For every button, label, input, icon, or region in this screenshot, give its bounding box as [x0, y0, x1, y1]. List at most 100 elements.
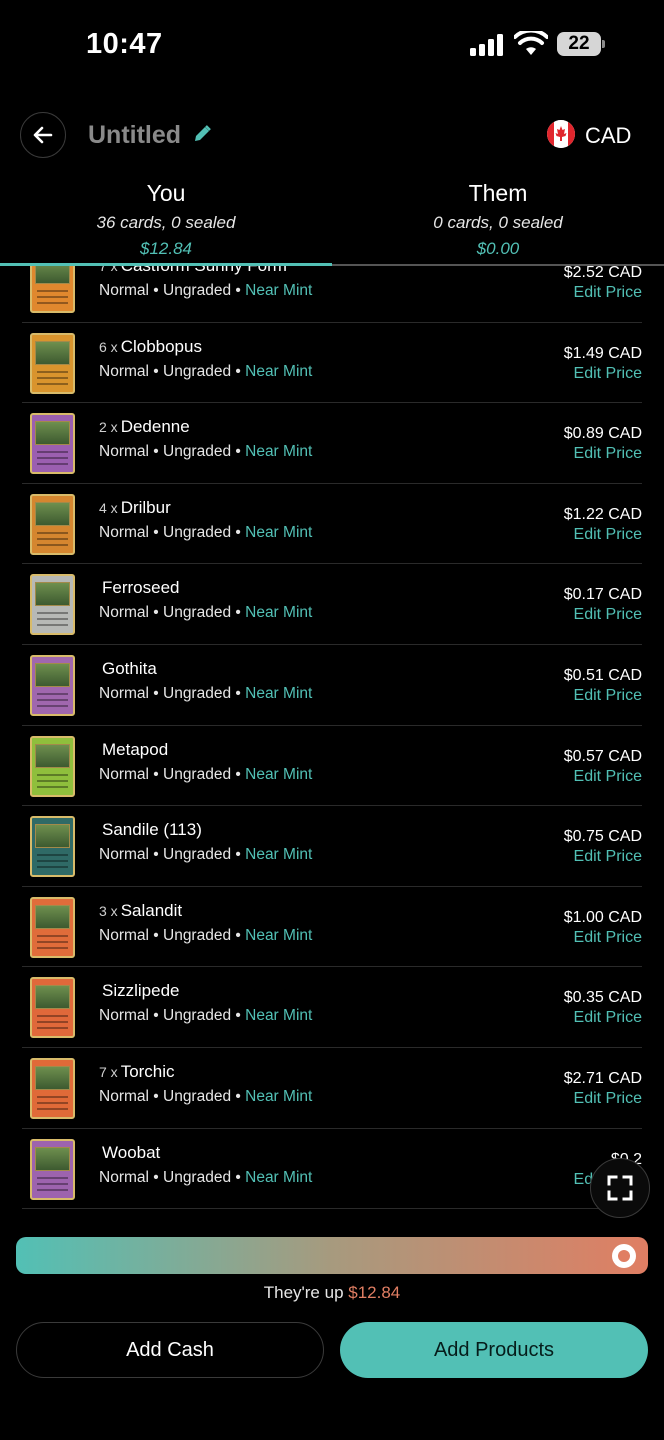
- add-products-button[interactable]: Add Products: [340, 1322, 648, 1378]
- card-price: $0.57 CAD: [563, 747, 642, 765]
- edit-price-button[interactable]: Edit Price: [574, 687, 642, 705]
- card-condition[interactable]: Near Mint: [245, 1169, 312, 1186]
- card-name: Drilbur: [120, 497, 171, 517]
- card-grade: Ungraded: [163, 1168, 232, 1186]
- card-condition[interactable]: Near Mint: [245, 1007, 312, 1024]
- card-details: Normal • Ungraded • Near Mint: [99, 1087, 313, 1105]
- trade-summary-label: They're up: [263, 1283, 344, 1302]
- card-condition[interactable]: Near Mint: [245, 524, 312, 541]
- edit-price-button[interactable]: Edit Price: [574, 284, 642, 302]
- card-quantity: 6 x: [99, 338, 118, 355]
- card-price: $0.35 CAD: [563, 989, 642, 1007]
- card-grade: Ungraded: [163, 846, 232, 864]
- card-name-line: 6 x Clobbopus: [99, 337, 202, 357]
- card-finish: Normal: [99, 1087, 149, 1105]
- card-finish: Normal: [99, 604, 149, 622]
- trade-balance-bar: [16, 1237, 648, 1274]
- list-item[interactable]: Gothita Normal • Ungraded • Near Mint $0…: [22, 645, 642, 726]
- card-thumbnail: [30, 1138, 75, 1200]
- card-quantity: 7 x: [99, 266, 118, 274]
- list-item[interactable]: 3 x Salandit Normal • Ungraded • Near Min…: [22, 887, 642, 968]
- trade-balance-indicator: [612, 1244, 636, 1268]
- card-name-line: Ferroseed: [99, 578, 179, 598]
- pencil-icon[interactable]: [192, 124, 212, 144]
- edit-price-button[interactable]: Edit Price: [574, 445, 642, 463]
- card-thumbnail: [30, 977, 75, 1039]
- add-cash-button[interactable]: Add Cash: [16, 1322, 324, 1378]
- card-condition[interactable]: Near Mint: [245, 282, 312, 299]
- card-name-line: 7 xCastform Sunny Form: [99, 266, 287, 276]
- edit-price-button[interactable]: Edit Price: [574, 526, 642, 544]
- card-details: Normal • Ungraded • Near Mint: [99, 926, 313, 944]
- card-name-line: Metapod: [99, 740, 168, 760]
- card-details: Normal • Ungraded • Near Mint: [99, 1007, 313, 1025]
- card-name: Metapod: [102, 739, 169, 759]
- card-condition[interactable]: Near Mint: [245, 766, 312, 783]
- edit-price-button[interactable]: Edit Price: [574, 1009, 642, 1027]
- list-item[interactable]: 2 x Dedenne Normal • Ungraded • Near Mint…: [22, 403, 642, 484]
- card-quantity: 2 x: [99, 419, 118, 436]
- list-item[interactable]: 7 x Torchic Normal • Ungraded • Near Mint…: [22, 1048, 642, 1129]
- list-item[interactable]: 7 xCastform Sunny Form Normal • Ungraded…: [22, 266, 642, 323]
- card-condition[interactable]: Near Mint: [245, 363, 312, 380]
- list-item[interactable]: Sandile (113) Normal • Ungraded • Near M…: [22, 806, 642, 887]
- card-thumbnail: [30, 654, 75, 716]
- card-quantity: 4 x: [99, 499, 118, 516]
- tab-you[interactable]: You 36 cards, 0 sealed $12.84: [0, 178, 332, 266]
- fullscreen-button[interactable]: [590, 1158, 650, 1218]
- card-name: Sandile (113): [102, 820, 202, 840]
- list-item[interactable]: Sizzlipede Normal • Ungraded • Near Mint…: [22, 967, 642, 1048]
- card-condition[interactable]: Near Mint: [245, 1088, 312, 1105]
- battery-icon: 22: [557, 32, 605, 56]
- card-details: Normal • Ungraded • Near Mint: [99, 604, 313, 622]
- edit-price-button[interactable]: Edit Price: [574, 606, 642, 624]
- list-item[interactable]: 6 x Clobbopus Normal • Ungraded • Near Mi…: [22, 323, 642, 404]
- card-list[interactable]: 7 xCastform Sunny Form Normal • Ungraded…: [0, 266, 664, 1220]
- card-name: Gothita: [102, 658, 157, 678]
- list-item[interactable]: 4 x Drilbur Normal • Ungraded • Near Mint…: [22, 484, 642, 565]
- card-name: Ferroseed: [102, 578, 180, 598]
- wifi-icon: [514, 31, 548, 55]
- card-condition[interactable]: Near Mint: [245, 443, 312, 460]
- card-name-line: 3 x Salandit: [99, 901, 182, 921]
- card-name: Sizzlipede: [102, 981, 180, 1001]
- canada-flag-icon[interactable]: [547, 120, 575, 148]
- tab-label: Them: [468, 180, 528, 206]
- card-grade: Ungraded: [163, 765, 232, 783]
- edit-price-button[interactable]: Edit Price: [574, 929, 642, 947]
- card-name: Dedenne: [120, 417, 190, 437]
- currency-selector[interactable]: CAD: [585, 123, 631, 149]
- tab-total: $12.84: [140, 239, 192, 258]
- card-name: Salandit: [120, 900, 183, 920]
- card-condition[interactable]: Near Mint: [245, 685, 312, 702]
- card-condition[interactable]: Near Mint: [245, 927, 312, 944]
- card-condition[interactable]: Near Mint: [245, 604, 312, 621]
- card-finish: Normal: [99, 765, 149, 783]
- card-price: $1.22 CAD: [563, 505, 642, 523]
- list-item[interactable]: Woobat Normal • Ungraded • Near Mint $0.…: [22, 1129, 642, 1210]
- cellular-signal-icon: [470, 34, 503, 56]
- page-title[interactable]: Untitled: [88, 121, 181, 150]
- card-details: Normal • Ungraded • Near Mint: [99, 1168, 313, 1186]
- card-grade: Ungraded: [163, 443, 232, 461]
- edit-price-button[interactable]: Edit Price: [574, 365, 642, 383]
- back-button[interactable]: [20, 112, 66, 158]
- card-grade: Ungraded: [163, 1087, 232, 1105]
- list-item[interactable]: Ferroseed Normal • Ungraded • Near Mint …: [22, 564, 642, 645]
- trade-summary: They're up $12.84: [0, 1283, 664, 1303]
- card-finish: Normal: [99, 282, 149, 299]
- card-thumbnail: [30, 816, 75, 878]
- card-condition[interactable]: Near Mint: [245, 846, 312, 863]
- edit-price-button[interactable]: Edit Price: [574, 848, 642, 866]
- card-price: $0.17 CAD: [563, 586, 642, 604]
- tab-bar: You 36 cards, 0 sealed $12.84 Them 0 car…: [0, 178, 664, 266]
- tab-them[interactable]: Them 0 cards, 0 sealed $0.00: [332, 178, 664, 266]
- card-details: Normal • Ungraded • Near Mint: [99, 523, 313, 541]
- list-item[interactable]: Metapod Normal • Ungraded • Near Mint $0…: [22, 726, 642, 807]
- card-quantity: 7 x: [99, 1063, 118, 1080]
- card-price: $2.52 CAD: [563, 266, 642, 281]
- card-finish: Normal: [99, 846, 149, 864]
- edit-price-button[interactable]: Edit Price: [574, 1090, 642, 1108]
- tab-summary: 0 cards, 0 sealed: [433, 213, 563, 232]
- edit-price-button[interactable]: Edit Price: [574, 768, 642, 786]
